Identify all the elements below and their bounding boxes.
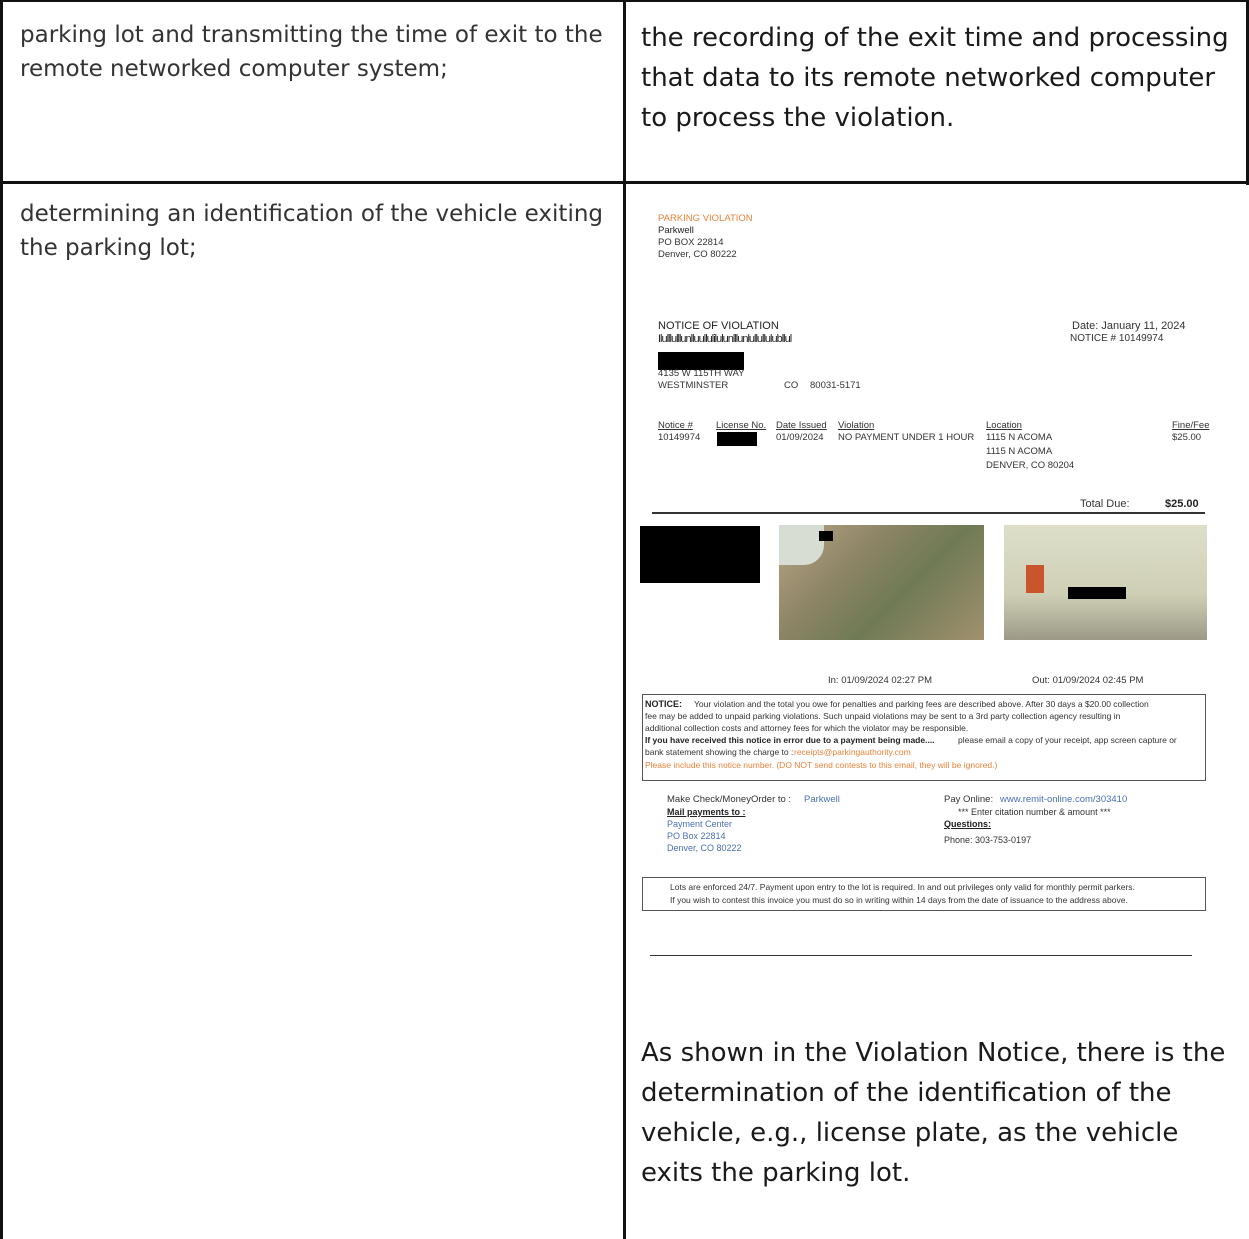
mail-payments-label: Mail payments to :	[667, 807, 746, 817]
notice-pobox: PO BOX 22814	[658, 237, 724, 248]
row-location-3: DENVER, CO 80204	[986, 460, 1075, 471]
col-violation-header: Violation	[838, 420, 875, 431]
redacted-plate-photo	[640, 526, 760, 583]
notice-address-state: CO	[784, 380, 799, 391]
notice-label: NOTICE:	[645, 699, 682, 709]
notice-text-1: Your violation and the total you owe for…	[694, 699, 1149, 709]
make-check-to: Parkwell	[804, 794, 840, 805]
notice-text-3: additional collection costs and attorney…	[645, 723, 969, 733]
out-time: Out: 01/09/2024 02:45 PM	[1032, 675, 1144, 686]
total-due-label: Total Due:	[1080, 498, 1130, 510]
row2-left-text: determining an identification of the veh…	[20, 201, 604, 261]
pay-online-label: Pay Online:	[944, 794, 994, 805]
notice-address-line: 4135 W 115TH WAY	[658, 368, 745, 379]
notice-date: Date: January 11, 2024	[1072, 320, 1186, 332]
pay-online-url: www.remit-online.com/303410	[1000, 794, 1128, 805]
payment-box: PO Box 22814	[667, 831, 726, 841]
table-column-divider	[623, 0, 626, 1239]
receipts-email-link: receipts@parkingauthority.com	[794, 747, 911, 757]
col-fee-header: Fine/Fee	[1172, 420, 1210, 431]
row1-right-text: the recording of the exit time and proce…	[641, 23, 1229, 133]
notice-text-4: please email a copy of your receipt, app…	[958, 735, 1177, 745]
col-location-header: Location	[986, 420, 1022, 431]
payment-city: Denver, CO 80222	[667, 843, 742, 853]
row2-right-text: As shown in the Violation Notice, there …	[641, 1038, 1226, 1188]
row-fee: $25.00	[1172, 432, 1202, 443]
exit-photo-ground	[779, 525, 984, 640]
in-time: In: 01/09/2024 02:27 PM	[828, 675, 933, 686]
redacted-license	[717, 432, 757, 446]
col-license-header: License No.	[716, 420, 767, 431]
notice-address-zip: 80031-5171	[810, 380, 861, 391]
payment-center: Payment Center	[667, 819, 733, 829]
notice-address-city: WESTMINSTER	[658, 380, 729, 391]
notice-text-2: fee may be added to unpaid parking viola…	[645, 711, 1121, 721]
row-location-1: 1115 N ACOMA	[986, 432, 1053, 443]
redacted-photo-detail	[819, 531, 833, 541]
row-date: 01/09/2024	[776, 432, 824, 443]
make-check-label: Make Check/MoneyOrder to :	[667, 794, 792, 805]
notice-warning: Please include this notice number. (DO N…	[645, 760, 998, 770]
table-left-border	[0, 0, 3, 1239]
notice-header-tag: PARKING VIOLATION	[658, 213, 753, 224]
col-date-header: Date Issued	[776, 420, 827, 431]
footer-line-2: If you wish to contest this invoice you …	[670, 895, 1128, 905]
notice-company: Parkwell	[658, 225, 694, 236]
footer-line-1: Lots are enforced 24/7. Payment upon ent…	[670, 882, 1135, 892]
redacted-vehicle-plate	[1068, 587, 1126, 599]
exit-photo-vehicle	[1004, 525, 1207, 640]
table-row-divider	[0, 181, 1249, 184]
notice-title: NOTICE OF VIOLATION	[658, 320, 779, 332]
row-notice: 10149974	[658, 432, 701, 443]
row1-left-text: parking lot and transmitting the time of…	[20, 22, 603, 82]
notice-error-text: If you have received this notice in erro…	[645, 735, 935, 745]
total-due-value: $25.00	[1165, 498, 1199, 510]
violation-notice-image: PARKING VIOLATION Parkwell PO BOX 22814 …	[640, 200, 1235, 970]
questions-label: Questions:	[944, 819, 992, 829]
enter-citation-note: *** Enter citation number & amount ***	[958, 807, 1111, 817]
notice-city: Denver, CO 80222	[658, 249, 737, 260]
total-rule	[652, 512, 1205, 514]
col-notice-header: Notice #	[658, 420, 693, 431]
notice-number: NOTICE # 10149974	[1070, 333, 1164, 344]
phone: Phone: 303-753-0197	[944, 835, 1032, 845]
bottom-rule	[650, 955, 1192, 956]
row-location-2: 1115 N ACOMA	[986, 446, 1053, 457]
notice-barcode: Ilulllulllunlluullulilulunlllunlullullul…	[658, 333, 792, 345]
notice-text-5: bank statement showing the charge to :	[645, 747, 794, 757]
row-violation: NO PAYMENT UNDER 1 HOUR	[838, 432, 975, 443]
